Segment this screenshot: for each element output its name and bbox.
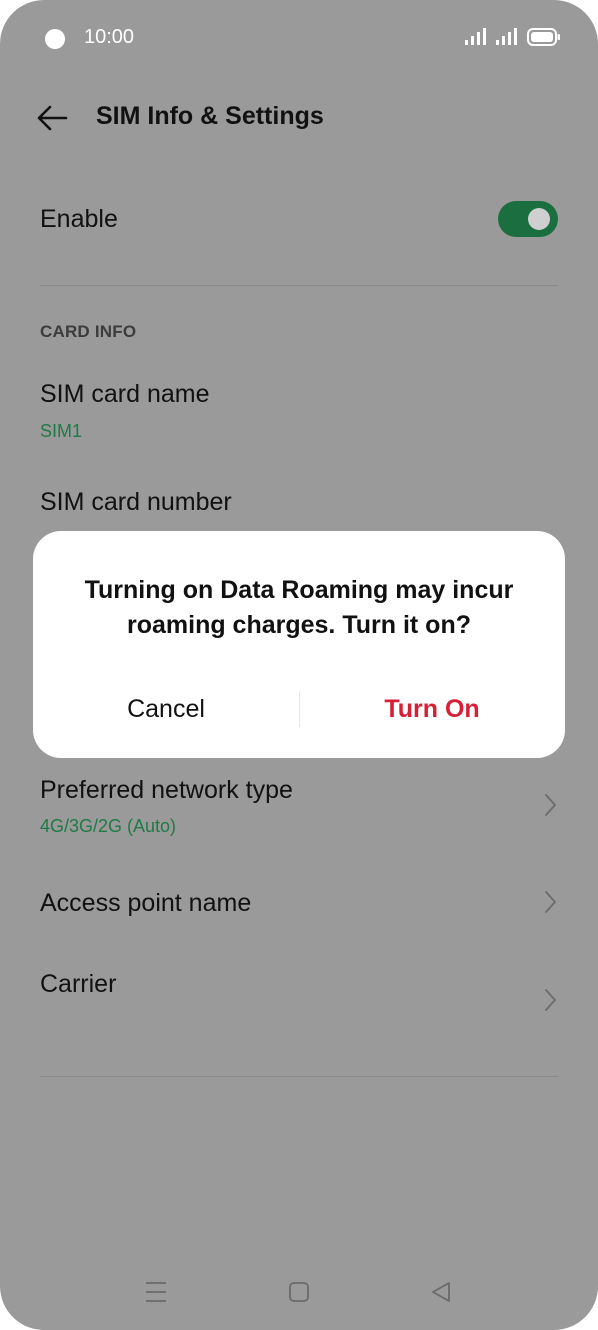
enable-toggle[interactable]	[498, 201, 558, 237]
enable-label: Enable	[40, 205, 118, 233]
signal-icon-sim2	[496, 28, 517, 45]
home-icon[interactable]	[288, 1280, 310, 1304]
divider	[40, 285, 558, 286]
sim-card-name-label[interactable]: SIM card name	[40, 380, 210, 409]
chevron-right-icon	[545, 989, 556, 1011]
preferred-network-label[interactable]: Preferred network type	[40, 776, 293, 805]
carrier-label[interactable]: Carrier	[40, 970, 116, 999]
phone-screen: 10:00 SIM Info & Settings Enable CARD IN…	[0, 0, 598, 1330]
chevron-right-icon	[545, 891, 556, 913]
sim-card-number-label[interactable]: SIM card number	[40, 488, 232, 517]
toggle-knob	[528, 208, 550, 230]
page-title: SIM Info & Settings	[96, 102, 324, 130]
section-card-info: CARD INFO	[40, 322, 137, 341]
divider	[40, 1076, 558, 1077]
signal-icon	[465, 28, 486, 45]
battery-icon	[527, 28, 560, 46]
chevron-right-icon	[545, 794, 556, 816]
cancel-button[interactable]: Cancel	[33, 691, 299, 727]
data-roaming-dialog: Turning on Data Roaming may incur roamin…	[33, 531, 565, 758]
turn-on-button[interactable]: Turn On	[299, 691, 565, 727]
camera-dot	[45, 29, 65, 49]
status-time: 10:00	[84, 26, 135, 48]
menu-icon[interactable]	[145, 1280, 167, 1304]
sim-card-name-value: SIM1	[40, 421, 83, 441]
dialog-message: Turning on Data Roaming may incur roamin…	[84, 576, 514, 639]
status-bar: 10:00	[0, 0, 598, 76]
preferred-network-value: 4G/3G/2G (Auto)	[40, 816, 177, 836]
access-point-name-label[interactable]: Access point name	[40, 889, 251, 918]
arrow-left-icon[interactable]	[36, 104, 68, 132]
back-triangle-icon[interactable]	[430, 1280, 452, 1304]
